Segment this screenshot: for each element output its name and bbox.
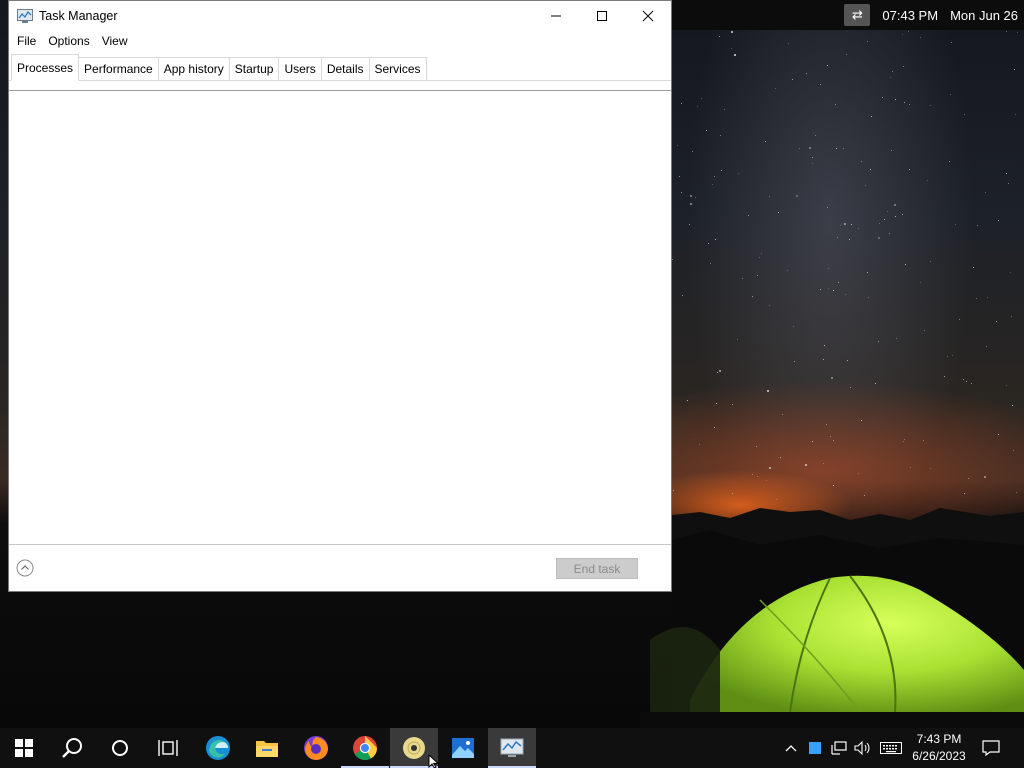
- tab-strip: Processes Performance App history Startu…: [9, 54, 671, 81]
- window-title: Task Manager: [39, 9, 118, 23]
- tray-app-button[interactable]: [806, 728, 824, 768]
- blue-square-icon: [809, 742, 821, 754]
- minimize-icon: [551, 15, 561, 17]
- task-manager-icon: [500, 738, 524, 757]
- minimize-button[interactable]: [533, 1, 579, 31]
- menu-file[interactable]: File: [12, 34, 41, 48]
- maximize-button[interactable]: [579, 1, 625, 31]
- disc-media-icon: [403, 737, 425, 759]
- status-date: Mon Jun 26: [950, 7, 1018, 23]
- swap-arrows-icon[interactable]: ⇄: [844, 4, 871, 26]
- folder-icon: [256, 741, 278, 757]
- edge-browser-icon: [206, 736, 230, 760]
- tab-users[interactable]: Users: [278, 57, 322, 80]
- window-footer: End task: [9, 544, 671, 593]
- taskbar-edge[interactable]: [194, 728, 242, 768]
- task-view-button[interactable]: [144, 728, 192, 768]
- cortana-button[interactable]: [96, 728, 144, 768]
- taskbar-clock[interactable]: 7:43 PM 6/26/2023: [900, 731, 978, 765]
- keyboard-icon: [880, 742, 902, 754]
- chevron-up-icon: [785, 745, 797, 752]
- tab-details[interactable]: Details: [320, 57, 370, 80]
- task-view-icon: [158, 740, 178, 756]
- end-task-button[interactable]: End task: [556, 558, 638, 579]
- menu-view[interactable]: View: [97, 34, 133, 48]
- notification-icon: [982, 740, 1000, 756]
- chrome-icon: [353, 736, 377, 761]
- task-manager-icon: [17, 9, 33, 23]
- clock-time: 7:43 PM: [916, 732, 962, 746]
- photos-icon: [452, 738, 474, 758]
- firefox-icon: [304, 736, 328, 760]
- cortana-circle-icon: [112, 740, 128, 756]
- network-icon: [831, 741, 847, 755]
- tab-processes[interactable]: Processes: [11, 54, 80, 81]
- fewer-details-chevron-icon[interactable]: [16, 559, 34, 577]
- search-button[interactable]: [48, 728, 96, 768]
- tab-services[interactable]: Services: [368, 57, 427, 80]
- show-hidden-icons-button[interactable]: [780, 728, 802, 768]
- tab-startup[interactable]: Startup: [228, 57, 280, 80]
- clock-date: 6/26/2023: [912, 749, 966, 763]
- status-time: 07:43 PM: [882, 7, 939, 23]
- taskbar-firefox[interactable]: [292, 728, 340, 768]
- volume-icon: [854, 741, 870, 755]
- maximize-icon: [597, 11, 607, 21]
- taskbar-photos[interactable]: [439, 728, 487, 768]
- menu-bar: File Options View: [9, 31, 671, 51]
- close-button[interactable]: [625, 1, 671, 31]
- action-center-button[interactable]: [980, 728, 1002, 768]
- windows-logo-icon: [15, 739, 33, 757]
- close-icon: [642, 10, 654, 22]
- search-icon: [62, 738, 82, 758]
- taskbar: 7:43 PM 6/26/2023: [0, 728, 1024, 768]
- menu-options[interactable]: Options: [43, 34, 94, 48]
- network-button[interactable]: [828, 728, 850, 768]
- taskbar-chrome[interactable]: [341, 728, 389, 768]
- mouse-cursor-icon: [428, 755, 440, 768]
- volume-button[interactable]: [852, 728, 874, 768]
- tab-performance[interactable]: Performance: [78, 57, 159, 80]
- process-list-area[interactable]: [9, 90, 671, 545]
- top-status-bar: ⇄ 07:43 PM Mon Jun 26: [672, 0, 1024, 30]
- taskbar-file-explorer[interactable]: [243, 728, 291, 768]
- title-bar[interactable]: Task Manager: [9, 1, 671, 31]
- task-manager-window: Task Manager File Options View Processes…: [8, 0, 672, 592]
- tab-app-history[interactable]: App history: [157, 57, 230, 80]
- taskbar-task-manager[interactable]: [488, 728, 536, 768]
- start-button[interactable]: [0, 728, 48, 768]
